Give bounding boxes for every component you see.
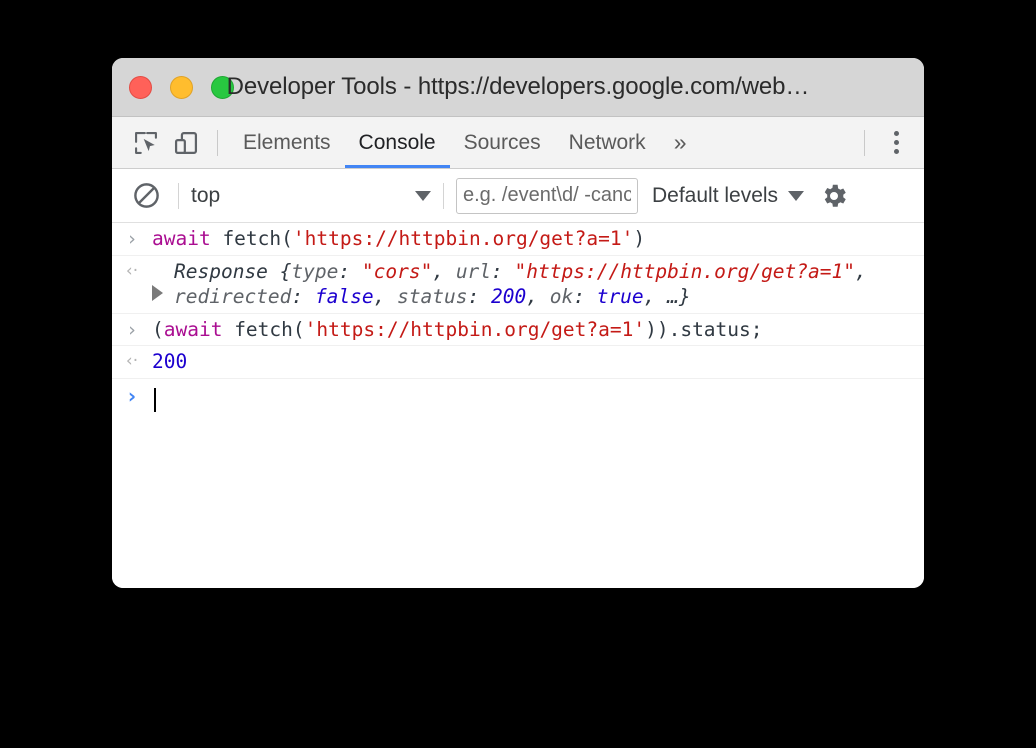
console-filter-input[interactable] bbox=[456, 177, 638, 214]
console-entry-input: › await fetch('https://httpbin.org/get?a… bbox=[112, 223, 924, 256]
tabbar-divider bbox=[217, 129, 218, 156]
text-cursor bbox=[154, 387, 156, 412]
chevron-down-icon bbox=[788, 190, 805, 201]
traffic-lights bbox=[112, 75, 234, 99]
tab-elements-label: Elements bbox=[243, 130, 331, 154]
console-command-text[interactable]: await fetch('https://httpbin.org/get?a=1… bbox=[152, 226, 924, 252]
result-value: 200 bbox=[152, 350, 188, 373]
filterbar-divider-2 bbox=[443, 182, 444, 209]
prompt-chevron-icon: › bbox=[127, 383, 137, 408]
more-tabs-label: » bbox=[673, 129, 687, 155]
chevron-down-icon bbox=[415, 190, 431, 201]
input-prompt-icon: › bbox=[128, 318, 136, 341]
device-toolbar-icon[interactable] bbox=[166, 123, 206, 163]
console-prompt-input[interactable] bbox=[152, 382, 924, 418]
panel-tabs: Elements Console Sources Network » bbox=[229, 117, 697, 168]
console-command-text[interactable]: (await fetch('https://httpbin.org/get?a=… bbox=[152, 317, 924, 343]
console-message-list[interactable]: › await fetch('https://httpbin.org/get?a… bbox=[112, 223, 924, 588]
tab-network-label: Network bbox=[568, 130, 646, 154]
tab-sources[interactable]: Sources bbox=[450, 117, 555, 168]
execution-context-label: top bbox=[191, 183, 221, 207]
window-titlebar: Developer Tools - https://developers.goo… bbox=[112, 58, 924, 117]
tab-sources-label: Sources bbox=[463, 130, 541, 154]
console-result-object-text[interactable]: Response {type: "cors", url: "https://ht… bbox=[152, 259, 924, 310]
gear-icon[interactable] bbox=[814, 176, 854, 216]
console-filter-toolbar: top Default levels bbox=[112, 169, 924, 223]
console-prompt-row[interactable]: › bbox=[112, 379, 924, 421]
expand-triangle-icon[interactable] bbox=[152, 284, 163, 301]
tab-console[interactable]: Console bbox=[344, 117, 450, 168]
minimize-window-button[interactable] bbox=[170, 75, 193, 99]
devtools-window: Developer Tools - https://developers.goo… bbox=[112, 58, 924, 588]
close-window-button[interactable] bbox=[129, 75, 152, 99]
console-entry-input: › (await fetch('https://httpbin.org/get?… bbox=[112, 314, 924, 346]
devtools-tabbar: Elements Console Sources Network » bbox=[112, 117, 924, 169]
inspect-element-icon[interactable] bbox=[126, 123, 166, 163]
tab-network[interactable]: Network bbox=[555, 117, 660, 168]
maximize-window-button[interactable] bbox=[211, 75, 234, 99]
output-result-icon: ‹· bbox=[125, 351, 139, 371]
tab-console-label: Console bbox=[358, 130, 436, 154]
kebab-menu-icon[interactable] bbox=[876, 123, 916, 163]
filterbar-divider bbox=[178, 182, 179, 209]
tabbar-right-group bbox=[853, 123, 924, 163]
log-levels-selector[interactable]: Default levels bbox=[652, 183, 805, 208]
console-entry-result: ‹· 200 bbox=[112, 346, 924, 379]
tabbar-divider-right bbox=[864, 129, 865, 156]
log-levels-label: Default levels bbox=[652, 183, 779, 207]
console-entry-result-object: ‹· Response {type: "cors", url: "https:/… bbox=[112, 256, 924, 314]
execution-context-selector[interactable]: top bbox=[191, 184, 431, 208]
tab-elements[interactable]: Elements bbox=[229, 117, 345, 168]
clear-console-icon[interactable] bbox=[126, 176, 166, 216]
output-result-icon: ‹· bbox=[125, 260, 139, 281]
console-result-text[interactable]: 200 bbox=[152, 349, 924, 375]
input-prompt-icon: › bbox=[128, 228, 136, 250]
more-tabs-chevron-icon[interactable]: » bbox=[660, 117, 698, 168]
